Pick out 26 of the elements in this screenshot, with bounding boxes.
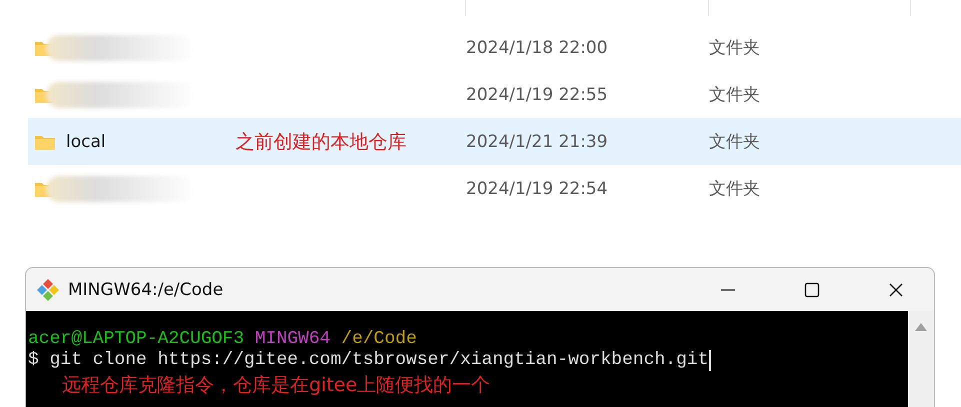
folder-row[interactable]: 2024/1/19 22:55 文件夹 xyxy=(28,71,961,118)
file-type: 文件夹 xyxy=(709,178,761,200)
command-line: $ git clone https://gitee.com/tsbrowser/xiangtian-workbench.git xyxy=(28,350,711,371)
close-icon xyxy=(888,282,904,298)
folder-row[interactable]: 2024/1/19 22:54 文件夹 xyxy=(28,165,961,212)
file-name: local xyxy=(66,132,106,152)
file-type: 文件夹 xyxy=(709,37,761,59)
date-modified: 2024/1/19 22:55 xyxy=(466,84,609,104)
folder-row[interactable]: 2024/1/18 22:00 文件夹 xyxy=(28,24,961,71)
annotation: 之前创建的本地仓库 xyxy=(236,130,407,154)
maximize-icon xyxy=(804,282,820,298)
scroll-up-icon[interactable] xyxy=(915,323,927,331)
annotation: 远程仓库克隆指令，仓库是在gitee上随便找的一个 xyxy=(61,373,492,396)
folder-row[interactable]: local 之前创建的本地仓库 2024/1/21 21:39 文件夹 xyxy=(28,118,961,165)
file-type: 文件夹 xyxy=(709,131,761,153)
prompt-text: /e/Code xyxy=(341,329,417,350)
prompt-text: acer@LAPTOP-A2CUGOF3 xyxy=(28,329,244,350)
minimize-icon xyxy=(720,288,736,290)
diamond-logo-icon xyxy=(36,278,60,302)
scrollbar[interactable] xyxy=(908,311,934,407)
date-modified: 2024/1/18 22:00 xyxy=(466,38,609,58)
date-modified: 2024/1/21 21:39 xyxy=(466,132,609,152)
date-modified: 2024/1/19 22:54 xyxy=(466,178,609,198)
file-type: 文件夹 xyxy=(709,84,761,106)
prompt-text: MINGW64 xyxy=(254,329,330,350)
window-title: MINGW64:/e/Code xyxy=(68,280,224,300)
